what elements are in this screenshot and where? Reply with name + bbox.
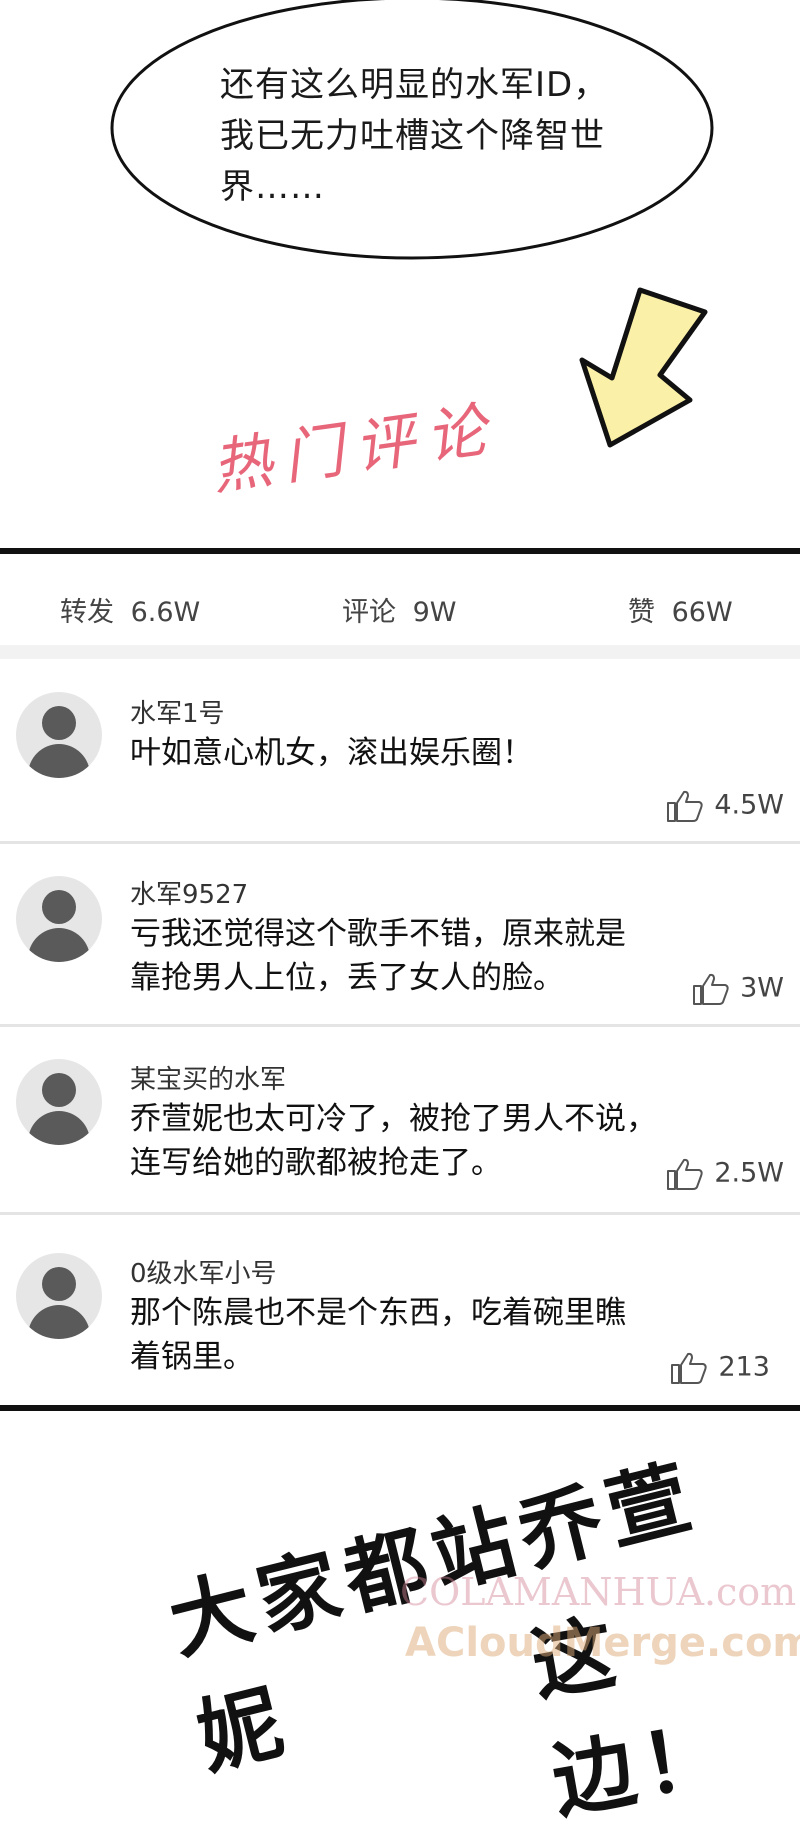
comment-like-count: 2.5W	[714, 1157, 784, 1189]
thumbs-up-icon	[671, 1352, 708, 1384]
comment-line: 靠抢男人上位，丢了女人的脸。	[130, 960, 564, 996]
default-avatar-icon[interactable]	[16, 876, 102, 962]
comment-line: 那个陈晨也不是个东西，吃着碗里瞧	[130, 1295, 626, 1331]
comment-like[interactable]: 213	[670, 1351, 770, 1385]
like-stat[interactable]: 赞 66W	[628, 590, 733, 629]
comment-card[interactable]: 某宝买的水军 乔萱妮也太可冷了，被抢了男人不说， 连写给她的歌都被抢走了。 2.…	[0, 1027, 800, 1212]
comment-card[interactable]: 水军9527 亏我还觉得这个歌手不错，原来就是 靠抢男人上位，丢了女人的脸。 3…	[0, 844, 800, 1024]
default-avatar-icon[interactable]	[16, 1253, 102, 1339]
like-label: 赞	[628, 597, 655, 628]
speech-bubble-text: 还有这么明显的水军ID， 我已无力吐槽这个降智世 界……	[220, 60, 660, 213]
down-left-arrow-icon	[579, 287, 708, 448]
speech-line: 界……	[220, 167, 325, 207]
stats-separator	[0, 645, 800, 659]
comment-line: 叶如意心机女，滚出娱乐圈！	[130, 735, 533, 771]
repost-label: 转发	[60, 597, 114, 628]
comment-card[interactable]: 0级水军小号 那个陈晨也不是个东西，吃着碗里瞧 着锅里。 213	[0, 1215, 800, 1405]
feed-top-border	[0, 548, 800, 554]
like-count: 66W	[671, 597, 733, 628]
speech-line: 还有这么明显的水军ID，	[220, 65, 609, 105]
repost-count: 6.6W	[130, 597, 201, 628]
comment-username[interactable]: 水军1号	[130, 693, 225, 730]
comment-line: 亏我还觉得这个歌手不错，原来就是	[130, 916, 626, 952]
comment-line: 着锅里。	[130, 1339, 254, 1375]
comment-text: 叶如意心机女，滚出娱乐圈！	[130, 731, 533, 775]
comment-text: 乔萱妮也太可冷了，被抢了男人不说， 连写给她的歌都被抢走了。	[130, 1097, 657, 1185]
comment-line: 乔萱妮也太可冷了，被抢了男人不说，	[130, 1101, 657, 1137]
comment-count: 9W	[412, 597, 457, 628]
watermark: ACloudMerge.com	[405, 1620, 800, 1666]
speech-line: 我已无力吐槽这个降智世	[220, 116, 605, 156]
comment-text: 亏我还觉得这个歌手不错，原来就是 靠抢男人上位，丢了女人的脸。	[130, 912, 626, 1000]
watermark: COLAMANHUA.com	[400, 1570, 797, 1614]
comment-like-count: 3W	[740, 972, 784, 1004]
thumbs-up-icon	[693, 973, 729, 1005]
comment-text: 那个陈晨也不是个东西，吃着碗里瞧 着锅里。	[130, 1291, 626, 1379]
comment-username[interactable]: 0级水军小号	[130, 1253, 277, 1290]
default-avatar-icon[interactable]	[16, 1059, 102, 1145]
comment-line: 连写给她的歌都被抢走了。	[130, 1145, 502, 1181]
comment-like[interactable]: 3W	[692, 972, 784, 1006]
comment-like-count: 4.5W	[714, 789, 784, 821]
thumbs-up-icon	[667, 790, 704, 822]
comment-like-count: 213	[718, 1351, 770, 1383]
default-avatar-icon[interactable]	[16, 692, 102, 778]
repost-stat[interactable]: 转发 6.6W	[60, 590, 200, 629]
comment-card[interactable]: 水军1号 叶如意心机女，滚出娱乐圈！ 4.5W	[0, 659, 800, 841]
thumbs-up-icon	[667, 1158, 704, 1190]
comment-username[interactable]: 某宝买的水军	[130, 1059, 286, 1096]
comment-username[interactable]: 水军9527	[130, 874, 248, 911]
comment-stat[interactable]: 评论 9W	[342, 590, 456, 629]
comment-label: 评论	[342, 597, 396, 628]
comment-like[interactable]: 4.5W	[666, 789, 784, 823]
comment-like[interactable]: 2.5W	[666, 1157, 784, 1191]
